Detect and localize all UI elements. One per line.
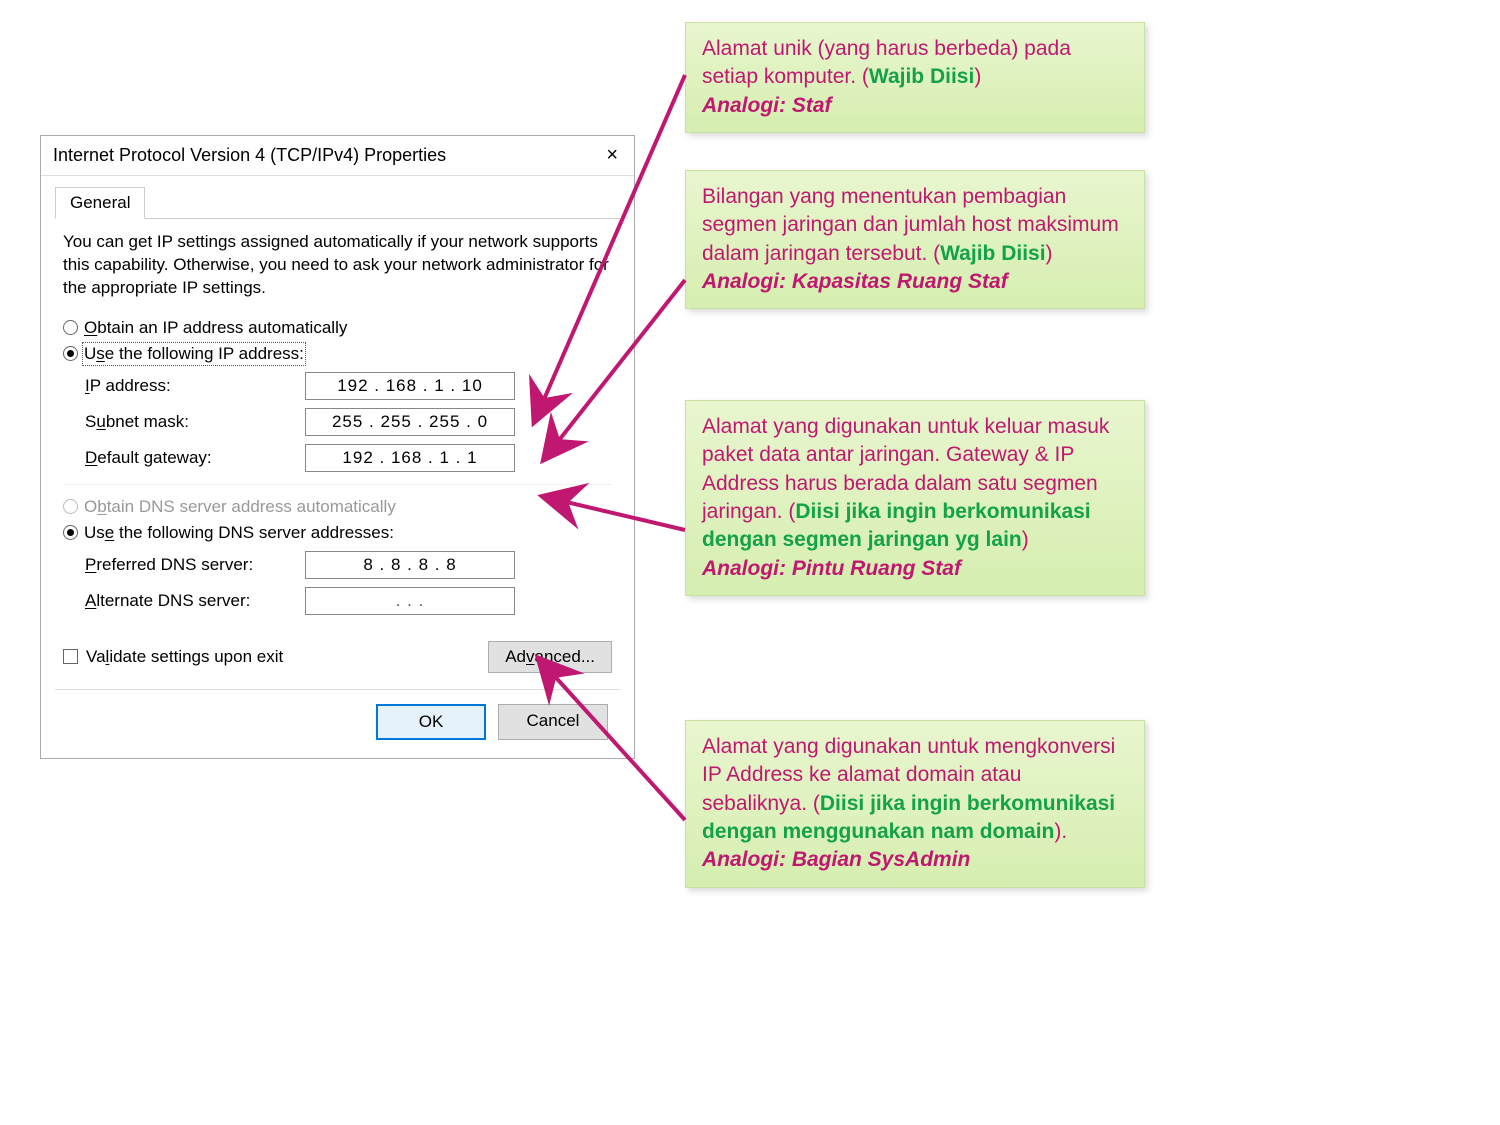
tab-general[interactable]: General xyxy=(55,187,145,219)
validate-label: Validate settings upon exit xyxy=(86,647,283,667)
radio-icon xyxy=(63,346,78,361)
radio-use-ip-label: Use the following IP address: xyxy=(84,344,304,364)
annotation-analogy: Analogi: Staf xyxy=(702,94,832,117)
validate-checkbox-row[interactable]: Validate settings upon exit xyxy=(63,647,283,667)
alternate-dns-row: Alternate DNS server: . . . xyxy=(85,587,612,615)
annotation-text: Bilangan yang menentukan pembagian segme… xyxy=(702,185,1119,265)
alternate-dns-input[interactable]: . . . xyxy=(305,587,515,615)
ipv4-properties-dialog: Internet Protocol Version 4 (TCP/IPv4) P… xyxy=(40,135,635,759)
dialog-body: General You can get IP settings assigned… xyxy=(41,176,634,758)
subnet-mask-label: Subnet mask: xyxy=(85,412,305,432)
annotation-subnet-mask: Bilangan yang menentukan pembagian segme… xyxy=(685,170,1145,309)
annotation-analogy: Analogi: Bagian SysAdmin xyxy=(702,848,970,871)
subnet-mask-input[interactable]: 255 . 255 . 255 . 0 xyxy=(305,408,515,436)
ok-button[interactable]: OK xyxy=(376,704,486,740)
advanced-button[interactable]: Advanced... xyxy=(488,641,612,673)
radio-icon xyxy=(63,320,78,335)
tab-strip: General xyxy=(55,186,620,219)
checkbox-icon xyxy=(63,649,78,664)
radio-icon xyxy=(63,525,78,540)
default-gateway-input[interactable]: 192 . 168 . 1 . 1 xyxy=(305,444,515,472)
radio-obtain-dns: Obtain DNS server address automatically xyxy=(63,497,612,517)
radio-use-ip[interactable]: Use the following IP address: xyxy=(63,344,612,364)
annotation-text-end: ) xyxy=(974,65,981,88)
annotation-dns-server: Alamat yang digunakan untuk mengkonversi… xyxy=(685,720,1145,888)
default-gateway-row: Default gateway: 192 . 168 . 1 . 1 xyxy=(85,444,612,472)
annotation-required: Wajib Diisi xyxy=(869,65,974,88)
radio-icon xyxy=(63,499,78,514)
annotation-analogy: Analogi: Pintu Ruang Staf xyxy=(702,557,961,580)
ip-address-input[interactable]: 192 . 168 . 1 . 10 xyxy=(305,372,515,400)
radio-use-dns[interactable]: Use the following DNS server addresses: xyxy=(63,523,612,543)
radio-obtain-ip[interactable]: Obtain an IP address automatically xyxy=(63,318,612,338)
radio-obtain-ip-label: Obtain an IP address automatically xyxy=(84,318,347,338)
annotation-required: Wajib Diisi xyxy=(940,242,1045,265)
default-gateway-label: Default gateway: xyxy=(85,448,305,468)
subnet-mask-row: Subnet mask: 255 . 255 . 255 . 0 xyxy=(85,408,612,436)
preferred-dns-input[interactable]: 8 . 8 . 8 . 8 xyxy=(305,551,515,579)
preferred-dns-label: Preferred DNS server: xyxy=(85,555,305,575)
cancel-button[interactable]: Cancel xyxy=(498,704,608,740)
separator xyxy=(63,484,612,485)
dialog-title: Internet Protocol Version 4 (TCP/IPv4) P… xyxy=(53,145,446,166)
preferred-dns-row: Preferred DNS server: 8 . 8 . 8 . 8 xyxy=(85,551,612,579)
annotation-analogy: Analogi: Kapasitas Ruang Staf xyxy=(702,270,1008,293)
radio-use-dns-label: Use the following DNS server addresses: xyxy=(84,523,394,543)
annotation-ip-address: Alamat unik (yang harus berbeda) pada se… xyxy=(685,22,1145,133)
ip-address-row: IP address: 192 . 168 . 1 . 10 xyxy=(85,372,612,400)
annotation-text-end: ) xyxy=(1022,528,1029,551)
annotation-text-end: ) xyxy=(1046,242,1053,265)
close-icon[interactable]: × xyxy=(602,144,622,167)
alternate-dns-label: Alternate DNS server: xyxy=(85,591,305,611)
annotation-text-end: ). xyxy=(1054,820,1067,843)
annotation-default-gateway: Alamat yang digunakan untuk keluar masuk… xyxy=(685,400,1145,596)
dialog-buttons: OK Cancel xyxy=(55,689,620,740)
description-text: You can get IP settings assigned automat… xyxy=(63,231,612,300)
titlebar: Internet Protocol Version 4 (TCP/IPv4) P… xyxy=(41,136,634,176)
radio-obtain-dns-label: Obtain DNS server address automatically xyxy=(84,497,396,517)
ip-address-label: IP address: xyxy=(85,376,305,396)
